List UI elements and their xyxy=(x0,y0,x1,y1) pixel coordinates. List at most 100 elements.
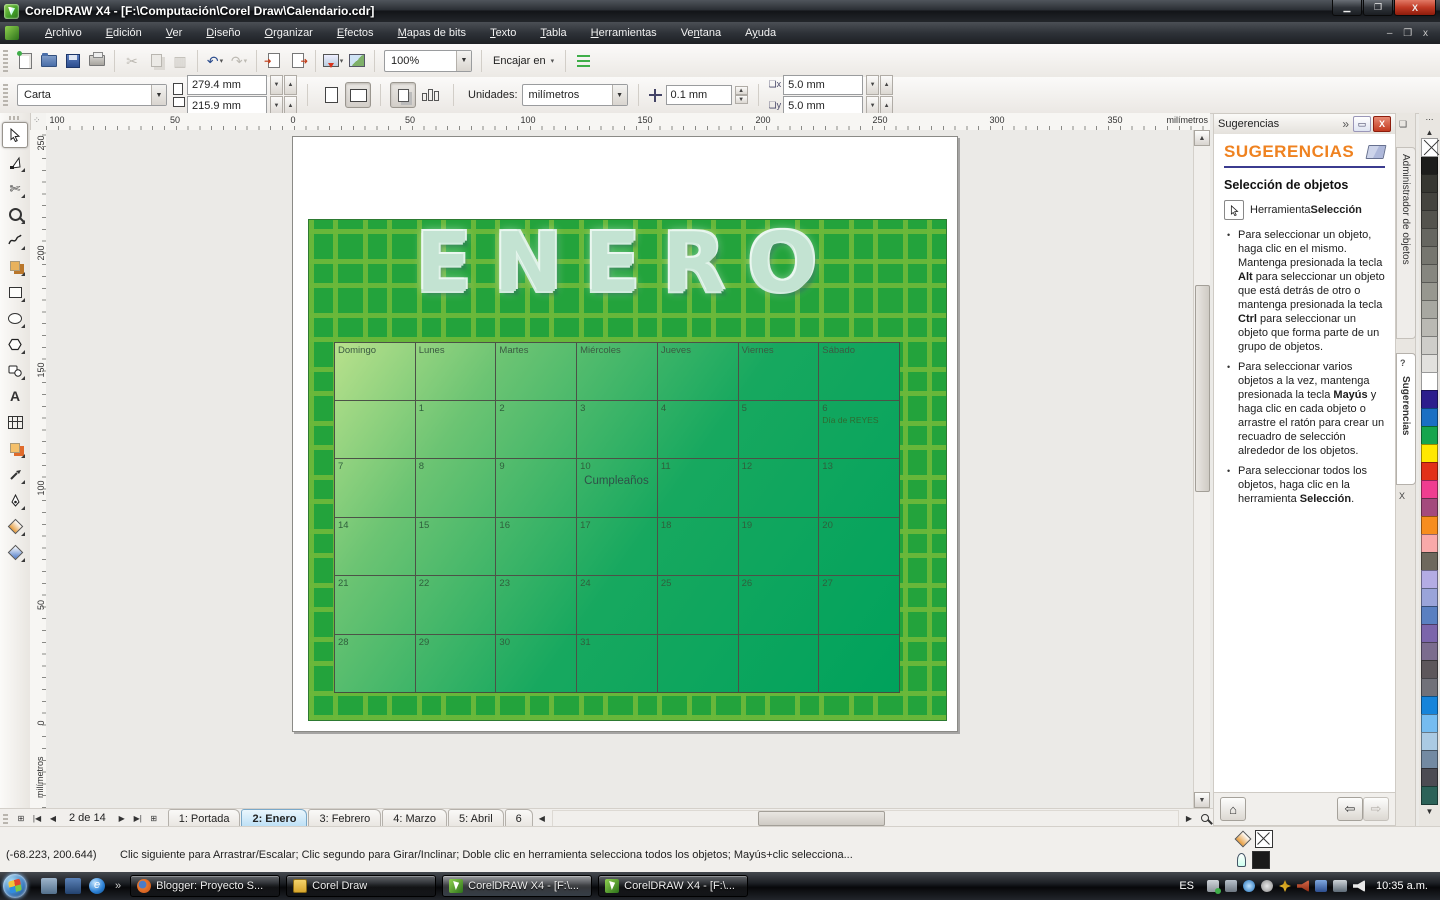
menu-diseno[interactable]: Diseño xyxy=(194,24,252,42)
close-button[interactable]: X xyxy=(1394,0,1436,16)
paper-width-spinner[interactable]: ▼ ▲ xyxy=(269,74,297,95)
options-button[interactable] xyxy=(572,50,594,72)
paper-type-combo[interactable]: Carta ▼ xyxy=(17,84,167,106)
show-desktop-icon[interactable] xyxy=(41,878,57,894)
menu-ver[interactable]: Ver xyxy=(154,24,195,42)
color-swatch[interactable] xyxy=(1421,354,1438,373)
copy-button[interactable] xyxy=(145,50,167,72)
calendar-artwork[interactable]: ENERO Domingo Lunes Martes Miércoles Jue… xyxy=(308,216,947,721)
back-button[interactable]: ⇦ xyxy=(1337,797,1363,821)
color-swatch[interactable] xyxy=(1421,768,1438,787)
first-page-button[interactable]: |◀ xyxy=(29,811,45,826)
rectangle-tool[interactable] xyxy=(3,280,27,304)
taskbar-button-coreldraw-2[interactable]: CorelDRAW X4 - [F:\... xyxy=(598,875,749,897)
application-launcher-button[interactable]: ▾ xyxy=(322,50,344,72)
landscape-button[interactable] xyxy=(345,82,371,108)
messenger-icon[interactable] xyxy=(1261,880,1274,892)
taskbar-clock[interactable]: 10:35 a.m. xyxy=(1376,880,1428,892)
page-tab-abril[interactable]: 5: Abril xyxy=(448,808,504,828)
color-swatch[interactable] xyxy=(1421,786,1438,805)
color-swatch[interactable] xyxy=(1421,300,1438,319)
menu-efectos[interactable]: Efectos xyxy=(325,24,386,42)
docker-title-bar[interactable]: Sugerencias » ▭ X xyxy=(1214,114,1395,135)
color-swatch[interactable] xyxy=(1421,642,1438,661)
current-page-button[interactable] xyxy=(418,83,442,107)
nudge-field[interactable]: 0.1 mm xyxy=(665,85,732,105)
nudge-spinner[interactable]: ▲ ▼ xyxy=(734,86,748,104)
menu-ventana[interactable]: Ventana xyxy=(669,24,733,42)
menu-texto[interactable]: Texto xyxy=(478,24,528,42)
cut-button[interactable]: ✂ xyxy=(121,50,143,72)
color-swatch[interactable] xyxy=(1421,318,1438,337)
tab-sugerencias[interactable]: ? Sugerencias xyxy=(1396,353,1416,485)
menu-organizar[interactable]: Organizar xyxy=(253,24,325,42)
property-bar-grip[interactable] xyxy=(3,84,8,106)
zoom-level-combo[interactable]: 100% ▼ xyxy=(384,49,472,72)
color-swatch[interactable] xyxy=(1421,678,1438,697)
scroll-up-arrow[interactable]: ▲ xyxy=(1194,130,1210,146)
polygon-tool[interactable] xyxy=(3,332,27,356)
color-swatch[interactable] xyxy=(1421,462,1438,481)
docker-minimize-button[interactable]: ▭ xyxy=(1353,116,1371,132)
color-swatch[interactable] xyxy=(1421,570,1438,589)
duplicate-x-spinner[interactable]: ▼ ▲ xyxy=(865,74,894,95)
language-indicator[interactable]: ES xyxy=(1179,880,1194,892)
crop-tool[interactable]: ✄ xyxy=(3,176,27,200)
color-swatch[interactable] xyxy=(1421,156,1438,175)
tab-close-icon[interactable]: X xyxy=(1399,491,1405,501)
pick-tool[interactable] xyxy=(2,122,28,148)
color-swatch[interactable] xyxy=(1421,210,1438,229)
menu-herramientas[interactable]: Herramientas xyxy=(579,24,669,42)
minimize-button[interactable]: ▁ xyxy=(1332,0,1362,16)
eyedropper-tool[interactable] xyxy=(3,462,27,486)
network-icon[interactable] xyxy=(1333,880,1348,892)
add-page-end-button[interactable]: ⊞ xyxy=(146,811,162,826)
vertical-scrollbar[interactable]: ▲ ▼ xyxy=(1193,130,1210,808)
page-tab-portada[interactable]: 1: Portada xyxy=(167,808,241,828)
color-swatch[interactable] xyxy=(1421,606,1438,625)
zoom-tool[interactable] xyxy=(3,202,27,226)
fill-tool[interactable] xyxy=(3,514,27,538)
color-swatch[interactable] xyxy=(1421,498,1438,517)
save-button[interactable] xyxy=(62,50,84,72)
ellipse-tool[interactable] xyxy=(3,306,27,330)
color-swatch[interactable] xyxy=(1421,714,1438,733)
quick-launch-overflow-icon[interactable]: » xyxy=(115,880,121,892)
menu-archivo[interactable]: Archivo xyxy=(33,24,94,42)
color-swatch[interactable] xyxy=(1421,372,1438,391)
usb-icon[interactable] xyxy=(1207,880,1222,894)
color-swatch[interactable] xyxy=(1421,732,1438,751)
home-button[interactable]: ⌂ xyxy=(1220,797,1246,821)
color-swatch[interactable] xyxy=(1421,696,1438,715)
menu-ayuda[interactable]: Ayuda xyxy=(733,24,788,42)
no-color-swatch[interactable] xyxy=(1421,138,1438,157)
vertical-scroll-thumb[interactable] xyxy=(1195,285,1210,492)
text-tool[interactable]: A xyxy=(3,384,27,408)
shape-tool[interactable] xyxy=(3,150,27,174)
undo-button[interactable]: ↶ ▾ xyxy=(204,50,226,72)
menu-edicion[interactable]: Edición xyxy=(94,24,154,42)
next-page-button[interactable]: ▶ xyxy=(114,811,130,826)
portrait-button[interactable] xyxy=(319,83,343,107)
import-button[interactable] xyxy=(263,50,285,72)
globe-icon[interactable] xyxy=(1243,880,1256,892)
document-window-controls[interactable]: – ❐ x xyxy=(1387,28,1432,39)
color-swatch[interactable] xyxy=(1421,660,1438,679)
blend-tool[interactable] xyxy=(3,436,27,460)
color-swatch[interactable] xyxy=(1421,282,1438,301)
restore-button[interactable]: ❐ xyxy=(1363,0,1393,16)
color-swatch[interactable] xyxy=(1421,426,1438,445)
zoom-dropdown-arrow[interactable]: ▼ xyxy=(456,50,471,71)
vertical-ruler[interactable]: 250 200 150 100 50 0 milímetros xyxy=(30,130,47,808)
tab-administrador-de-objetos[interactable]: Administrador de objetos xyxy=(1396,147,1416,339)
color-swatch[interactable] xyxy=(1421,534,1438,553)
internet-explorer-icon[interactable]: e xyxy=(89,878,105,894)
redo-button[interactable]: ↷ ▾ xyxy=(228,50,250,72)
previous-page-button[interactable]: ◀ xyxy=(45,811,61,826)
outline-tool[interactable] xyxy=(3,488,27,512)
start-button[interactable] xyxy=(3,874,27,898)
taskbar-button-blogger[interactable]: Blogger: Proyecto S... xyxy=(130,875,281,897)
palette-scroll-down[interactable]: ▼ xyxy=(1426,807,1434,816)
table-tool[interactable] xyxy=(3,410,27,434)
docker-close-button[interactable]: X xyxy=(1373,116,1391,132)
